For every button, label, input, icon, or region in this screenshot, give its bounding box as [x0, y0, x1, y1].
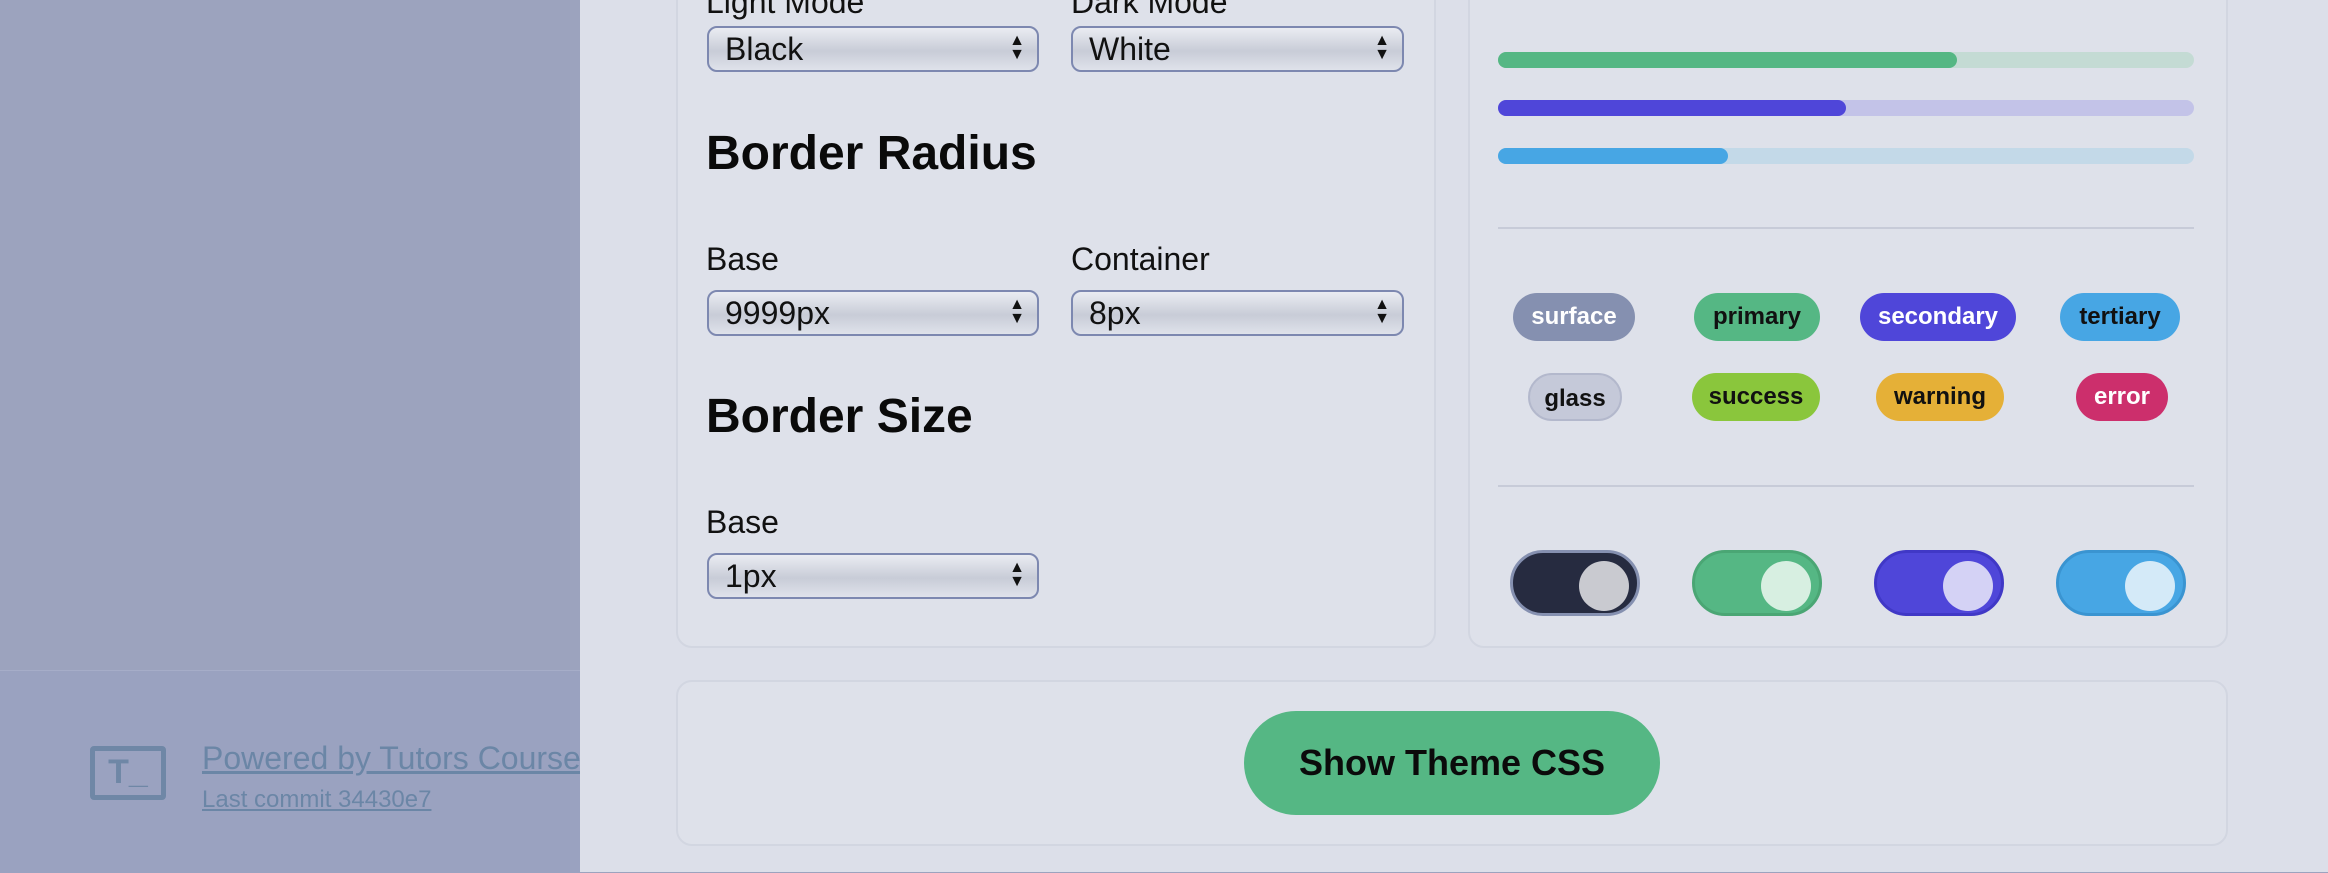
dark-mode-label: Dark Mode: [1071, 0, 1228, 20]
toggle-knob: [1761, 561, 1811, 611]
progress-bar-secondary: [1498, 100, 2194, 116]
badge-warning: warning: [1876, 373, 2004, 421]
light-mode-value: Black: [725, 31, 804, 67]
border-size-heading: Border Size: [706, 390, 973, 443]
last-commit-link[interactable]: Last commit 34430e7: [202, 786, 431, 814]
toggle-secondary[interactable]: [1874, 550, 2004, 616]
toggle-knob: [2125, 561, 2175, 611]
size-base-value: 1px: [725, 558, 777, 594]
radius-base-value: 9999px: [725, 295, 830, 331]
select-arrows-icon: ▲ ▼: [1009, 559, 1025, 590]
radius-base-select[interactable]: 9999px ▲ ▼: [707, 290, 1039, 336]
toggle-tertiary[interactable]: [2056, 550, 2186, 616]
border-radius-heading: Border Radius: [706, 127, 1037, 180]
toggle-knob: [1943, 561, 1993, 611]
select-arrows-icon: ▲ ▼: [1374, 32, 1390, 63]
progress-bar-success: [1498, 52, 2194, 68]
badge-glass: glass: [1528, 373, 1622, 421]
toggle-surface[interactable]: [1510, 550, 1640, 616]
toggle-primary[interactable]: [1692, 550, 1822, 616]
select-arrows-icon: ▲ ▼: [1374, 296, 1390, 327]
radius-container-value: 8px: [1089, 295, 1141, 331]
badge-error: error: [2076, 373, 2168, 421]
size-base-label: Base: [706, 504, 779, 540]
light-mode-select[interactable]: Black ▲ ▼: [707, 26, 1039, 72]
dark-mode-select[interactable]: White ▲ ▼: [1071, 26, 1404, 72]
radius-container-select[interactable]: 8px ▲ ▼: [1071, 290, 1404, 336]
select-arrows-icon: ▲ ▼: [1009, 296, 1025, 327]
tutors-logo-icon: T_: [90, 746, 166, 800]
theme-generator-panel: Light Mode Dark Mode Black ▲ ▼ White ▲ ▼ B…: [580, 0, 2328, 872]
badge-tertiary: tertiary: [2060, 293, 2180, 341]
powered-by-link[interactable]: Powered by Tutors Course: [202, 740, 581, 777]
divider: [1498, 227, 2194, 229]
divider: [1498, 485, 2194, 487]
toggle-knob: [1579, 561, 1629, 611]
badge-surface: surface: [1513, 293, 1635, 341]
radius-base-label: Base: [706, 241, 779, 277]
badge-success: success: [1692, 373, 1820, 421]
light-mode-label: Light Mode: [706, 0, 865, 20]
dark-mode-value: White: [1089, 31, 1171, 67]
select-arrows-icon: ▲ ▼: [1009, 32, 1025, 63]
badge-secondary: secondary: [1860, 293, 2016, 341]
show-theme-css-button[interactable]: Show Theme CSS: [1244, 711, 1660, 815]
progress-bar-tertiary: [1498, 148, 2194, 164]
size-base-select[interactable]: 1px ▲ ▼: [707, 553, 1039, 599]
radius-container-label: Container: [1071, 241, 1210, 277]
badge-primary: primary: [1694, 293, 1820, 341]
